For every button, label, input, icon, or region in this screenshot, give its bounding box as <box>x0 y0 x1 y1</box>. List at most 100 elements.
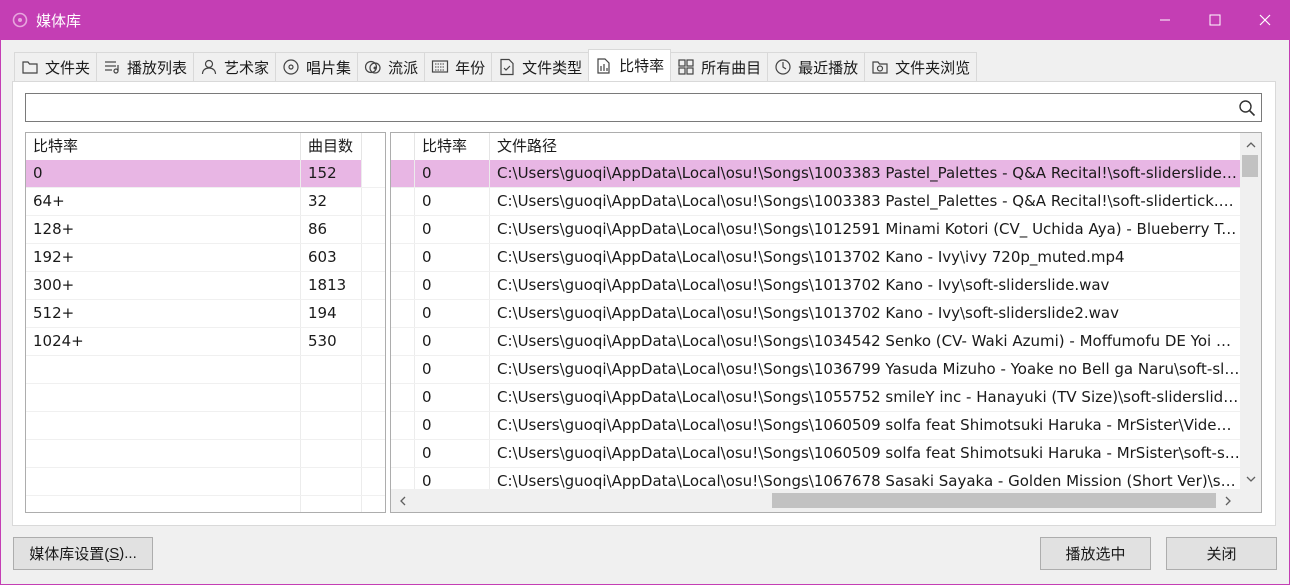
column-header-track-count[interactable]: 曲目数 <box>301 133 362 160</box>
scroll-left-button[interactable] <box>393 489 413 512</box>
bitrate-cell: 1024+ <box>26 328 301 355</box>
tab-year[interactable]: 年份 <box>424 52 493 81</box>
file-path-cell: C:\Users\guoqi\AppData\Local\osu!\Songs\… <box>497 164 1240 182</box>
tab-label: 文件夹 <box>45 58 91 77</box>
file-path-cell: C:\Users\guoqi\AppData\Local\osu!\Songs\… <box>497 304 1119 322</box>
file-path-cell: C:\Users\guoqi\AppData\Local\osu!\Songs\… <box>497 360 1240 378</box>
table-row[interactable]: 0 C:\Users\guoqi\AppData\Local\osu!\Song… <box>391 160 1240 188</box>
file-path-cell: C:\Users\guoqi\AppData\Local\osu!\Songs\… <box>497 332 1240 350</box>
index-cell <box>391 356 415 383</box>
horizontal-scrollbar[interactable] <box>391 489 1261 512</box>
column-header-bitrate[interactable]: 比特率 <box>26 133 301 160</box>
tab-label: 流派 <box>388 58 419 77</box>
list-item[interactable]: 192+ 603 <box>26 244 385 272</box>
tab-label: 播放列表 <box>127 58 188 77</box>
index-cell <box>391 272 415 299</box>
column-header-index[interactable] <box>391 133 415 160</box>
table-row[interactable]: 0 C:\Users\guoqi\AppData\Local\osu!\Song… <box>391 440 1240 468</box>
tab-label: 唱片集 <box>306 58 352 77</box>
table-row[interactable]: 0 C:\Users\guoqi\AppData\Local\osu!\Song… <box>391 384 1240 412</box>
tab-folder-browse[interactable]: 文件夹浏览 <box>864 52 978 81</box>
tab-album[interactable]: 唱片集 <box>275 52 359 81</box>
list-item[interactable]: 128+ 86 <box>26 216 385 244</box>
index-cell <box>391 300 415 327</box>
table-row[interactable]: 0 C:\Users\guoqi\AppData\Local\osu!\Song… <box>391 188 1240 216</box>
table-row[interactable]: 0 C:\Users\guoqi\AppData\Local\osu!\Song… <box>391 412 1240 440</box>
vertical-scrollbar[interactable] <box>1240 133 1261 489</box>
bitrate-icon <box>595 57 613 75</box>
scroll-down-button[interactable] <box>1240 469 1261 489</box>
tab-label: 艺术家 <box>224 58 270 77</box>
tab-genre[interactable]: 流派 <box>357 52 426 81</box>
person-icon <box>200 58 218 76</box>
column-header-bitrate[interactable]: 比特率 <box>415 133 490 160</box>
table-row[interactable]: 0 C:\Users\guoqi\AppData\Local\osu!\Song… <box>391 272 1240 300</box>
minimize-button[interactable] <box>1140 0 1190 40</box>
track-count-cell: 152 <box>301 160 362 187</box>
index-cell <box>391 244 415 271</box>
file-type-icon <box>498 58 516 76</box>
disc-icon <box>282 58 300 76</box>
horizontal-scroll-thumb[interactable] <box>772 493 1216 508</box>
list-item[interactable]: 0 152 <box>26 160 385 188</box>
track-count-cell: 1813 <box>301 272 362 299</box>
tab-all-tracks[interactable]: 所有曲目 <box>670 52 769 81</box>
settings-label-prefix: 媒体库设置( <box>29 546 110 563</box>
table-row[interactable]: 0 C:\Users\guoqi\AppData\Local\osu!\Song… <box>391 244 1240 272</box>
file-rows: 0 C:\Users\guoqi\AppData\Local\osu!\Song… <box>391 160 1240 496</box>
list-item[interactable]: 300+ 1813 <box>26 272 385 300</box>
play-selected-button[interactable]: 播放选中 <box>1040 537 1151 570</box>
bitrate-cell: 0 <box>26 160 301 187</box>
chevron-right-icon <box>1225 496 1231 505</box>
settings-label-suffix: )... <box>119 545 137 562</box>
library-settings-button[interactable]: 媒体库设置(S)... <box>13 537 153 570</box>
bitrate-cell: 0 <box>415 244 490 271</box>
file-path-cell: C:\Users\guoqi\AppData\Local\osu!\Songs\… <box>497 388 1240 406</box>
close-window-button[interactable] <box>1240 0 1290 40</box>
table-row[interactable]: 0 C:\Users\guoqi\AppData\Local\osu!\Song… <box>391 216 1240 244</box>
column-header-file-path[interactable]: 文件路径 <box>490 133 1240 160</box>
tab-folder[interactable]: 文件夹 <box>14 52 98 81</box>
tab-recent[interactable]: 最近播放 <box>767 52 866 81</box>
app-icon <box>12 12 28 28</box>
index-cell <box>391 328 415 355</box>
vertical-scroll-thumb[interactable] <box>1242 155 1258 177</box>
scroll-right-button[interactable] <box>1218 489 1238 512</box>
filler-cell <box>362 188 385 215</box>
list-item[interactable]: 512+ 194 <box>26 300 385 328</box>
table-row[interactable]: 0 C:\Users\guoqi\AppData\Local\osu!\Song… <box>391 328 1240 356</box>
index-cell <box>391 188 415 215</box>
maximize-button[interactable] <box>1190 0 1240 40</box>
index-cell <box>391 384 415 411</box>
tab-playlist[interactable]: 播放列表 <box>96 52 195 81</box>
tab-file-type[interactable]: 文件类型 <box>491 52 590 81</box>
list-item[interactable]: 1024+ 530 <box>26 328 385 356</box>
bitrate-cell: 300+ <box>26 272 301 299</box>
tab-label: 文件夹浏览 <box>895 58 971 77</box>
track-count-cell: 603 <box>301 244 362 271</box>
search-icon[interactable] <box>1238 99 1256 117</box>
scroll-up-button[interactable] <box>1240 135 1261 155</box>
empty-row <box>26 440 385 468</box>
table-row[interactable]: 0 C:\Users\guoqi\AppData\Local\osu!\Song… <box>391 356 1240 384</box>
list-item[interactable]: 64+ 32 <box>26 188 385 216</box>
tab-artist[interactable]: 艺术家 <box>193 52 277 81</box>
filler-cell <box>362 328 385 355</box>
table-row[interactable]: 0 C:\Users\guoqi\AppData\Local\osu!\Song… <box>391 300 1240 328</box>
search-input[interactable] <box>26 94 1226 121</box>
index-cell <box>391 412 415 439</box>
filler-cell <box>362 272 385 299</box>
index-cell <box>391 440 415 467</box>
bitrate-cell: 64+ <box>26 188 301 215</box>
tab-bitrate[interactable]: 比特率 <box>588 49 672 81</box>
empty-row <box>26 496 385 512</box>
tab-strip: 文件夹 播放列表 艺术家 唱片集 流派 年份 文件类型 比特率 所有曲目 最近播… <box>14 49 978 81</box>
file-path-cell: C:\Users\guoqi\AppData\Local\osu!\Songs\… <box>497 276 1110 294</box>
bitrate-cell: 0 <box>415 272 490 299</box>
bitrate-cell: 0 <box>415 300 490 327</box>
tab-label: 年份 <box>455 58 486 77</box>
file-path-cell: C:\Users\guoqi\AppData\Local\osu!\Songs\… <box>497 220 1240 238</box>
close-button[interactable]: 关闭 <box>1166 537 1277 570</box>
bitrate-cell: 0 <box>415 356 490 383</box>
file-path-cell: C:\Users\guoqi\AppData\Local\osu!\Songs\… <box>497 192 1240 210</box>
